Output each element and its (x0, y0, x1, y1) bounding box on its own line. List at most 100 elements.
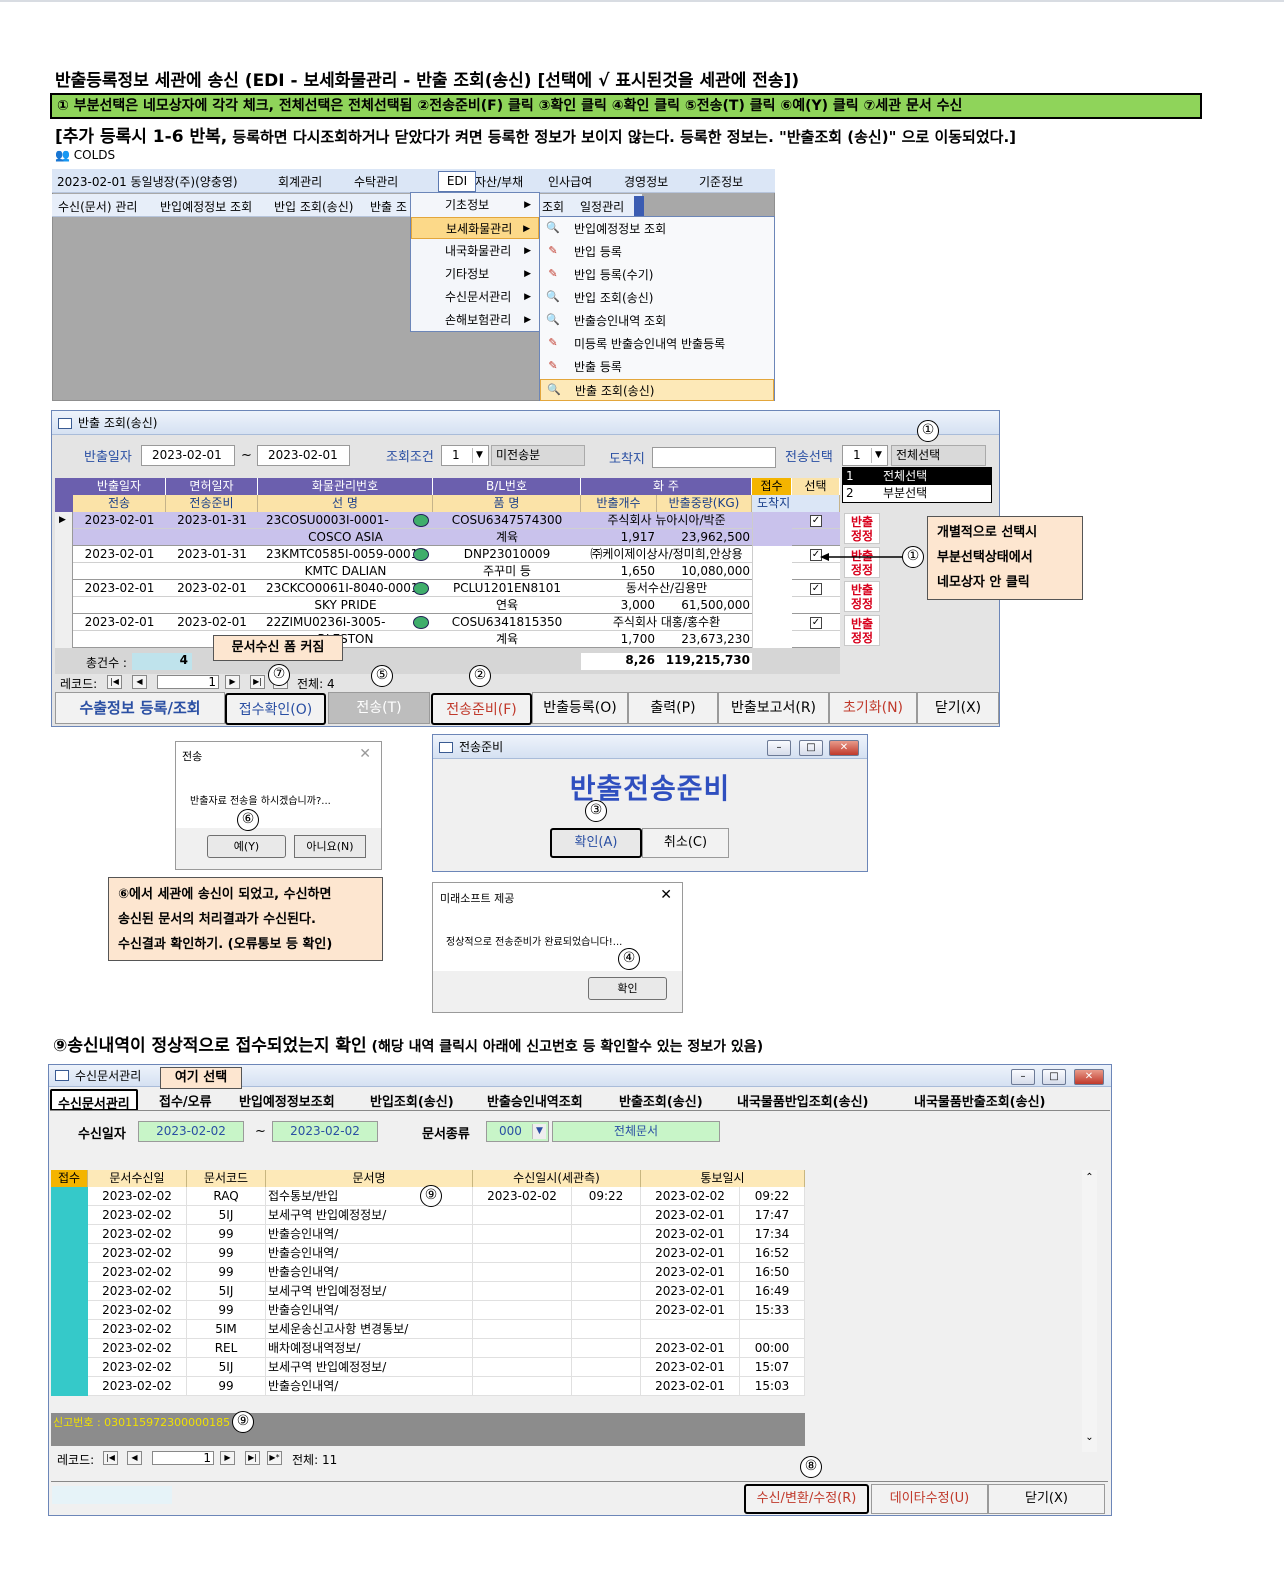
receipt-cell[interactable] (51, 1320, 88, 1339)
close-icon[interactable]: ✕ (1074, 1069, 1104, 1085)
tab-approval[interactable]: 반출승인내역조회 (487, 1091, 583, 1110)
minimize-icon[interactable]: – (767, 740, 791, 756)
prep-cancel-button[interactable]: 취소(C) (642, 828, 729, 858)
scroll-up-icon[interactable]: ⌃ (1082, 1172, 1097, 1183)
release-register-button[interactable]: 반출등록(O) (532, 692, 628, 724)
toolbar-overflow-button[interactable] (634, 196, 644, 216)
recv-date-to[interactable]: 2023-02-02 (272, 1121, 378, 1142)
receipt-cell[interactable] (51, 1282, 88, 1301)
close-button[interactable]: 닫기(X) (917, 692, 999, 724)
row-selector[interactable]: ▶ (55, 512, 73, 546)
record-position[interactable]: 1 (157, 675, 219, 689)
row-selector[interactable] (55, 546, 73, 580)
close-icon[interactable]: ✕ (829, 740, 859, 756)
menu-edi[interactable]: EDI (438, 171, 476, 192)
tab-domestic-out[interactable]: 내국물품반출조회(송신) (914, 1091, 1045, 1110)
release-report-button[interactable]: 반출보고서(R) (718, 692, 829, 724)
tab-receipt-error[interactable]: 접수/오류 (159, 1091, 212, 1110)
receipt-cell[interactable] (51, 1187, 88, 1206)
last-record-icon[interactable]: ▶| (250, 675, 265, 689)
tool-recv-doc[interactable]: 수신(문서) 관리 (58, 198, 137, 215)
sub-item-unregistered[interactable]: ✎ 미등록 반출승인내역 반출등록 (540, 333, 774, 355)
tool-query[interactable]: 조회 (542, 198, 564, 215)
receipt-cell[interactable] (51, 1301, 88, 1320)
recv-convert-button[interactable]: 수신/변환/수정(R) (744, 1484, 869, 1514)
select-checkbox[interactable]: ✓ (810, 515, 822, 527)
tool-in-query[interactable]: 반입 조회(송신) (274, 198, 353, 215)
tab-domestic-in[interactable]: 내국물품반입조회(송신) (737, 1091, 868, 1110)
last-record-icon[interactable]: ▶| (245, 1451, 260, 1465)
sub-item-in-manual[interactable]: ✎ 반입 등록(수기) (540, 264, 774, 286)
globe-icon[interactable] (413, 548, 429, 561)
no-button[interactable]: 아니요(N) (294, 835, 366, 858)
release-date-from[interactable]: 2023-02-01 (141, 445, 235, 466)
menu-trust[interactable]: 수탁관리 (354, 173, 398, 190)
first-record-icon[interactable]: |◀ (107, 675, 122, 689)
send-option-partial[interactable]: 2 부분선택 (843, 485, 991, 502)
globe-icon[interactable] (413, 582, 429, 595)
new-record-icon[interactable]: ▶* (267, 1451, 282, 1465)
maximize-icon[interactable]: □ (1042, 1069, 1066, 1085)
yes-button[interactable]: 예(Y) (207, 835, 286, 858)
menu-accounting[interactable]: 회계관리 (278, 173, 322, 190)
sub-item-in-register[interactable]: ✎ 반입 등록 (540, 241, 774, 263)
maximize-icon[interactable]: □ (799, 740, 823, 756)
sub-item-out-register[interactable]: ✎ 반출 등록 (540, 356, 774, 378)
row-selector[interactable] (55, 614, 73, 648)
data-edit-button[interactable]: 데이타수정(U) (871, 1484, 988, 1514)
tab-in-query[interactable]: 반입조회(송신) (370, 1091, 454, 1110)
tab-in-plan[interactable]: 반입예정정보조회 (239, 1091, 335, 1110)
sub-item-out-query[interactable]: 🔍 반출 조회(송신) (540, 379, 774, 401)
dest-input[interactable] (652, 447, 776, 468)
edi-item-domestic[interactable]: 내국화물관리 ▶ (411, 240, 539, 262)
scroll-down-icon[interactable]: ⌄ (1082, 1432, 1097, 1443)
prep-ok-button[interactable]: 확인(A) (550, 828, 642, 858)
receipt-cell[interactable] (51, 1206, 88, 1225)
tool-in-plan[interactable]: 반입예정정보 조회 (160, 198, 252, 215)
receipt-cell[interactable] (51, 1377, 88, 1396)
edi-item-basic[interactable]: 기초정보 ▶ (411, 194, 539, 216)
send-prep-button[interactable]: 전송준비(F) (431, 693, 532, 725)
next-record-icon[interactable]: ▶ (225, 675, 240, 689)
edi-item-recv[interactable]: 수신문서관리 ▶ (411, 286, 539, 308)
edi-item-bonded[interactable]: 보세화물관리 ▶ (411, 217, 539, 239)
sub-item-in-query[interactable]: 🔍 반입 조회(송신) (540, 287, 774, 309)
release-correct-button[interactable]: 반출 정정 (844, 581, 880, 612)
tool-schedule[interactable]: 일정관리 (580, 198, 624, 215)
menu-hr[interactable]: 인사급여 (548, 173, 592, 190)
receipt-cell[interactable] (51, 1358, 88, 1377)
menu-management[interactable]: 경영정보 (624, 173, 668, 190)
release-date-to[interactable]: 2023-02-01 (257, 445, 350, 466)
recv-record-position[interactable]: 1 (152, 1451, 214, 1465)
prev-record-icon[interactable]: ◀ (127, 1451, 142, 1465)
doc-type-select[interactable]: 000 ▼ (486, 1121, 549, 1142)
row-selector[interactable] (55, 580, 73, 614)
globe-icon[interactable] (413, 616, 429, 629)
receipt-cell[interactable] (51, 1225, 88, 1244)
next-record-icon[interactable]: ▶ (220, 1451, 235, 1465)
menu-assets[interactable]: 자산/부채 (475, 173, 523, 190)
edi-item-other[interactable]: 기타정보 ▶ (411, 263, 539, 285)
reset-button[interactable]: 초기화(N) (829, 692, 917, 724)
receipt-cell[interactable] (51, 1263, 88, 1282)
select-checkbox[interactable]: ✓ (810, 583, 822, 595)
recv-date-from[interactable]: 2023-02-02 (138, 1121, 244, 1142)
receipt-cell[interactable] (51, 1339, 88, 1358)
export-info-button[interactable]: 수출정보 등록/조회 (55, 692, 225, 724)
info-ok-button[interactable]: 확인 (588, 977, 667, 1000)
sub-item-in-plan[interactable]: 🔍 반입예정정보 조회 (540, 218, 774, 240)
first-record-icon[interactable]: |◀ (103, 1451, 118, 1465)
select-checkbox[interactable]: ✓ (810, 617, 822, 629)
close-icon[interactable]: ✕ (660, 887, 672, 903)
recv-close-button[interactable]: 닫기(X) (988, 1484, 1105, 1514)
tool-out-query[interactable]: 반출 조 (370, 198, 407, 215)
print-button[interactable]: 출력(P) (628, 692, 718, 724)
prev-record-icon[interactable]: ◀ (132, 675, 147, 689)
cond-select[interactable]: 1 ▼ (441, 445, 489, 466)
release-correct-button[interactable]: 반출 정정 (844, 615, 880, 646)
send-button[interactable]: 전송(T) (328, 692, 430, 724)
edi-item-insurance[interactable]: 손해보험관리 ▶ (411, 309, 539, 331)
minimize-icon[interactable]: – (1011, 1069, 1035, 1085)
release-correct-button[interactable]: 반출 정정 (844, 513, 880, 544)
globe-icon[interactable] (413, 514, 429, 527)
